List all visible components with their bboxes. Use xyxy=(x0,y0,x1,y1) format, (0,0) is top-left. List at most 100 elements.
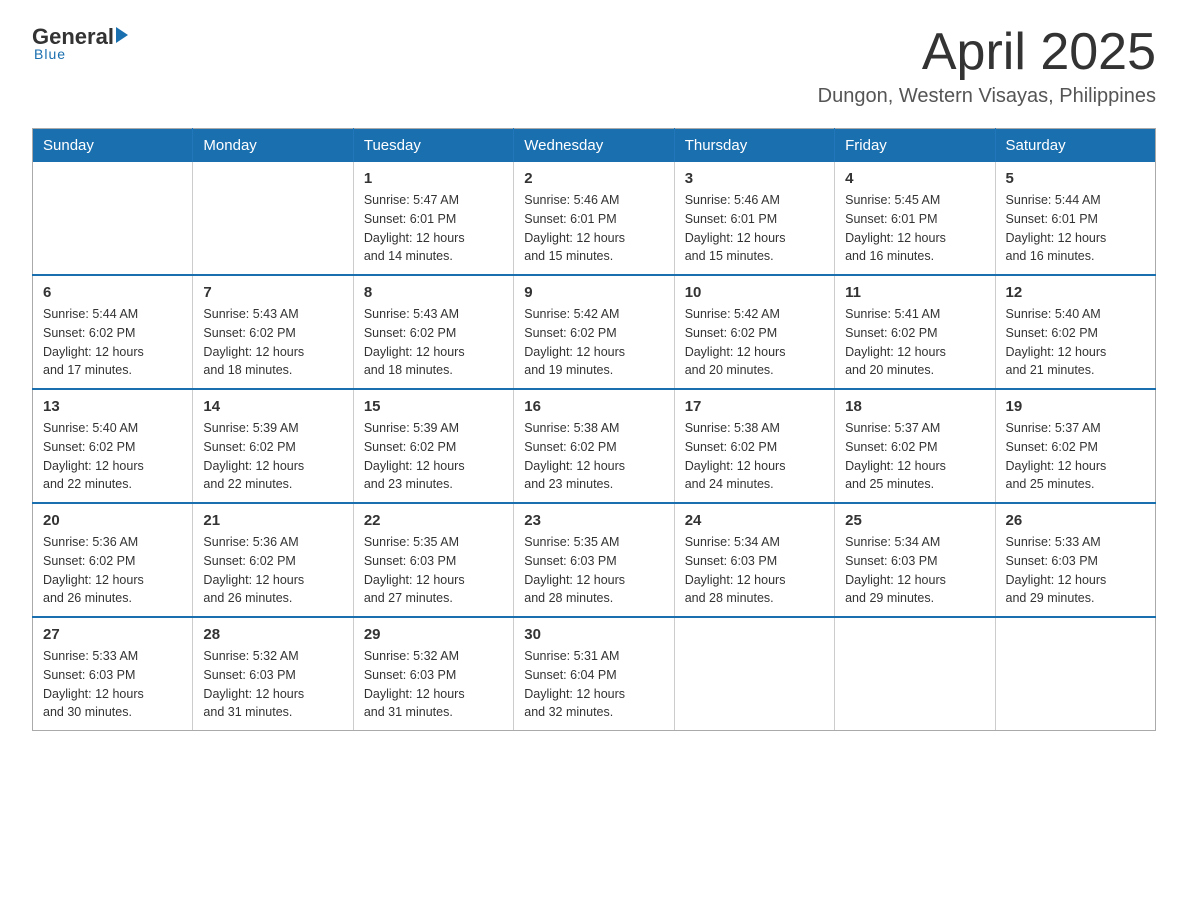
calendar-cell: 19 Sunrise: 5:37 AMSunset: 6:02 PMDayligh… xyxy=(995,389,1155,503)
calendar-cell: 13 Sunrise: 5:40 AMSunset: 6:02 PMDayligh… xyxy=(33,389,193,503)
calendar-cell xyxy=(193,162,353,275)
day-number: 6 xyxy=(43,284,182,301)
weekday-header-thursday: Thursday xyxy=(674,129,834,163)
day-number: 18 xyxy=(845,398,984,415)
day-number: 2 xyxy=(524,170,663,187)
day-number: 3 xyxy=(685,170,824,187)
day-number: 14 xyxy=(203,398,342,415)
week-row-2: 6 Sunrise: 5:44 AMSunset: 6:02 PMDaylight… xyxy=(33,275,1156,389)
calendar-cell: 8Sunrise: 5:43 AMSunset: 6:02 PMDaylight… xyxy=(353,275,513,389)
calendar-cell: 23 Sunrise: 5:35 AMSunset: 6:03 PMDayligh… xyxy=(514,503,674,617)
day-number: 26 xyxy=(1006,512,1145,529)
calendar-cell: 25Sunrise: 5:34 AMSunset: 6:03 PMDayligh… xyxy=(835,503,995,617)
day-info: Sunrise: 5:34 AMSunset: 6:03 PMDaylight:… xyxy=(685,533,824,608)
calendar-cell: 9 Sunrise: 5:42 AMSunset: 6:02 PMDaylight… xyxy=(514,275,674,389)
weekday-header-sunday: Sunday xyxy=(33,129,193,163)
day-number: 9 xyxy=(524,284,663,301)
week-row-1: 1Sunrise: 5:47 AMSunset: 6:01 PMDaylight… xyxy=(33,162,1156,275)
title-block: April 2025 Dungon, Western Visayas, Phil… xyxy=(818,24,1156,108)
day-info: Sunrise: 5:36 AMSunset: 6:02 PMDaylight:… xyxy=(203,533,342,608)
day-number: 5 xyxy=(1006,170,1145,187)
day-info: Sunrise: 5:38 AMSunset: 6:02 PMDaylight:… xyxy=(685,419,824,494)
day-info: Sunrise: 5:34 AMSunset: 6:03 PMDaylight:… xyxy=(845,533,984,608)
calendar-table: SundayMondayTuesdayWednesdayThursdayFrid… xyxy=(32,128,1156,731)
day-info: Sunrise: 5:44 AMSunset: 6:02 PMDaylight:… xyxy=(43,305,182,380)
calendar-cell xyxy=(674,617,834,731)
day-info: Sunrise: 5:39 AMSunset: 6:02 PMDaylight:… xyxy=(203,419,342,494)
day-number: 28 xyxy=(203,626,342,643)
calendar-cell: 7Sunrise: 5:43 AMSunset: 6:02 PMDaylight… xyxy=(193,275,353,389)
day-info: Sunrise: 5:42 AMSunset: 6:02 PMDaylight:… xyxy=(524,305,663,380)
calendar-cell: 15 Sunrise: 5:39 AMSunset: 6:02 PMDayligh… xyxy=(353,389,513,503)
day-info: Sunrise: 5:32 AMSunset: 6:03 PMDaylight:… xyxy=(203,647,342,722)
day-info: Sunrise: 5:40 AMSunset: 6:02 PMDaylight:… xyxy=(1006,305,1145,380)
calendar-cell: 14 Sunrise: 5:39 AMSunset: 6:02 PMDayligh… xyxy=(193,389,353,503)
calendar-cell: 5 Sunrise: 5:44 AMSunset: 6:01 PMDaylight… xyxy=(995,162,1155,275)
day-number: 15 xyxy=(364,398,503,415)
weekday-header-friday: Friday xyxy=(835,129,995,163)
day-info: Sunrise: 5:43 AMSunset: 6:02 PMDaylight:… xyxy=(203,305,342,380)
day-info: Sunrise: 5:45 AMSunset: 6:01 PMDaylight:… xyxy=(845,191,984,266)
day-number: 17 xyxy=(685,398,824,415)
calendar-cell: 30 Sunrise: 5:31 AMSunset: 6:04 PMDayligh… xyxy=(514,617,674,731)
calendar-cell xyxy=(995,617,1155,731)
calendar-cell: 4 Sunrise: 5:45 AMSunset: 6:01 PMDaylight… xyxy=(835,162,995,275)
day-number: 13 xyxy=(43,398,182,415)
weekday-header-wednesday: Wednesday xyxy=(514,129,674,163)
day-info: Sunrise: 5:42 AMSunset: 6:02 PMDaylight:… xyxy=(685,305,824,380)
calendar-cell: 11 Sunrise: 5:41 AMSunset: 6:02 PMDayligh… xyxy=(835,275,995,389)
calendar-cell: 12Sunrise: 5:40 AMSunset: 6:02 PMDayligh… xyxy=(995,275,1155,389)
day-info: Sunrise: 5:33 AMSunset: 6:03 PMDaylight:… xyxy=(1006,533,1145,608)
day-info: Sunrise: 5:36 AMSunset: 6:02 PMDaylight:… xyxy=(43,533,182,608)
day-info: Sunrise: 5:44 AMSunset: 6:01 PMDaylight:… xyxy=(1006,191,1145,266)
calendar-cell: 2Sunrise: 5:46 AMSunset: 6:01 PMDaylight… xyxy=(514,162,674,275)
weekday-header-row: SundayMondayTuesdayWednesdayThursdayFrid… xyxy=(33,129,1156,163)
calendar-cell: 10Sunrise: 5:42 AMSunset: 6:02 PMDayligh… xyxy=(674,275,834,389)
day-number: 22 xyxy=(364,512,503,529)
calendar-cell: 28 Sunrise: 5:32 AMSunset: 6:03 PMDayligh… xyxy=(193,617,353,731)
week-row-4: 20 Sunrise: 5:36 AMSunset: 6:02 PMDayligh… xyxy=(33,503,1156,617)
day-number: 24 xyxy=(685,512,824,529)
logo: General Blue xyxy=(32,24,128,62)
calendar-cell: 3Sunrise: 5:46 AMSunset: 6:01 PMDaylight… xyxy=(674,162,834,275)
day-number: 21 xyxy=(203,512,342,529)
calendar-cell: 1Sunrise: 5:47 AMSunset: 6:01 PMDaylight… xyxy=(353,162,513,275)
day-info: Sunrise: 5:41 AMSunset: 6:02 PMDaylight:… xyxy=(845,305,984,380)
calendar-cell xyxy=(33,162,193,275)
day-number: 19 xyxy=(1006,398,1145,415)
month-title: April 2025 xyxy=(818,24,1156,81)
day-info: Sunrise: 5:37 AMSunset: 6:02 PMDaylight:… xyxy=(1006,419,1145,494)
day-number: 29 xyxy=(364,626,503,643)
day-info: Sunrise: 5:38 AMSunset: 6:02 PMDaylight:… xyxy=(524,419,663,494)
day-info: Sunrise: 5:32 AMSunset: 6:03 PMDaylight:… xyxy=(364,647,503,722)
week-row-5: 27 Sunrise: 5:33 AMSunset: 6:03 PMDayligh… xyxy=(33,617,1156,731)
calendar-cell: 20 Sunrise: 5:36 AMSunset: 6:02 PMDayligh… xyxy=(33,503,193,617)
day-info: Sunrise: 5:33 AMSunset: 6:03 PMDaylight:… xyxy=(43,647,182,722)
location-title: Dungon, Western Visayas, Philippines xyxy=(818,85,1156,108)
day-info: Sunrise: 5:35 AMSunset: 6:03 PMDaylight:… xyxy=(524,533,663,608)
calendar-cell: 6 Sunrise: 5:44 AMSunset: 6:02 PMDaylight… xyxy=(33,275,193,389)
weekday-header-tuesday: Tuesday xyxy=(353,129,513,163)
day-number: 27 xyxy=(43,626,182,643)
day-info: Sunrise: 5:31 AMSunset: 6:04 PMDaylight:… xyxy=(524,647,663,722)
day-number: 20 xyxy=(43,512,182,529)
calendar-cell: 18Sunrise: 5:37 AMSunset: 6:02 PMDayligh… xyxy=(835,389,995,503)
day-info: Sunrise: 5:39 AMSunset: 6:02 PMDaylight:… xyxy=(364,419,503,494)
day-info: Sunrise: 5:47 AMSunset: 6:01 PMDaylight:… xyxy=(364,191,503,266)
logo-triangle-icon xyxy=(116,27,128,43)
day-number: 30 xyxy=(524,626,663,643)
day-number: 4 xyxy=(845,170,984,187)
weekday-header-monday: Monday xyxy=(193,129,353,163)
weekday-header-saturday: Saturday xyxy=(995,129,1155,163)
day-number: 23 xyxy=(524,512,663,529)
logo-blue-text: Blue xyxy=(34,46,66,62)
calendar-cell: 24 Sunrise: 5:34 AMSunset: 6:03 PMDayligh… xyxy=(674,503,834,617)
day-info: Sunrise: 5:35 AMSunset: 6:03 PMDaylight:… xyxy=(364,533,503,608)
day-info: Sunrise: 5:40 AMSunset: 6:02 PMDaylight:… xyxy=(43,419,182,494)
calendar-cell: 27 Sunrise: 5:33 AMSunset: 6:03 PMDayligh… xyxy=(33,617,193,731)
calendar-cell xyxy=(835,617,995,731)
calendar-cell: 17 Sunrise: 5:38 AMSunset: 6:02 PMDayligh… xyxy=(674,389,834,503)
day-number: 8 xyxy=(364,284,503,301)
day-number: 11 xyxy=(845,284,984,301)
calendar-cell: 16Sunrise: 5:38 AMSunset: 6:02 PMDayligh… xyxy=(514,389,674,503)
